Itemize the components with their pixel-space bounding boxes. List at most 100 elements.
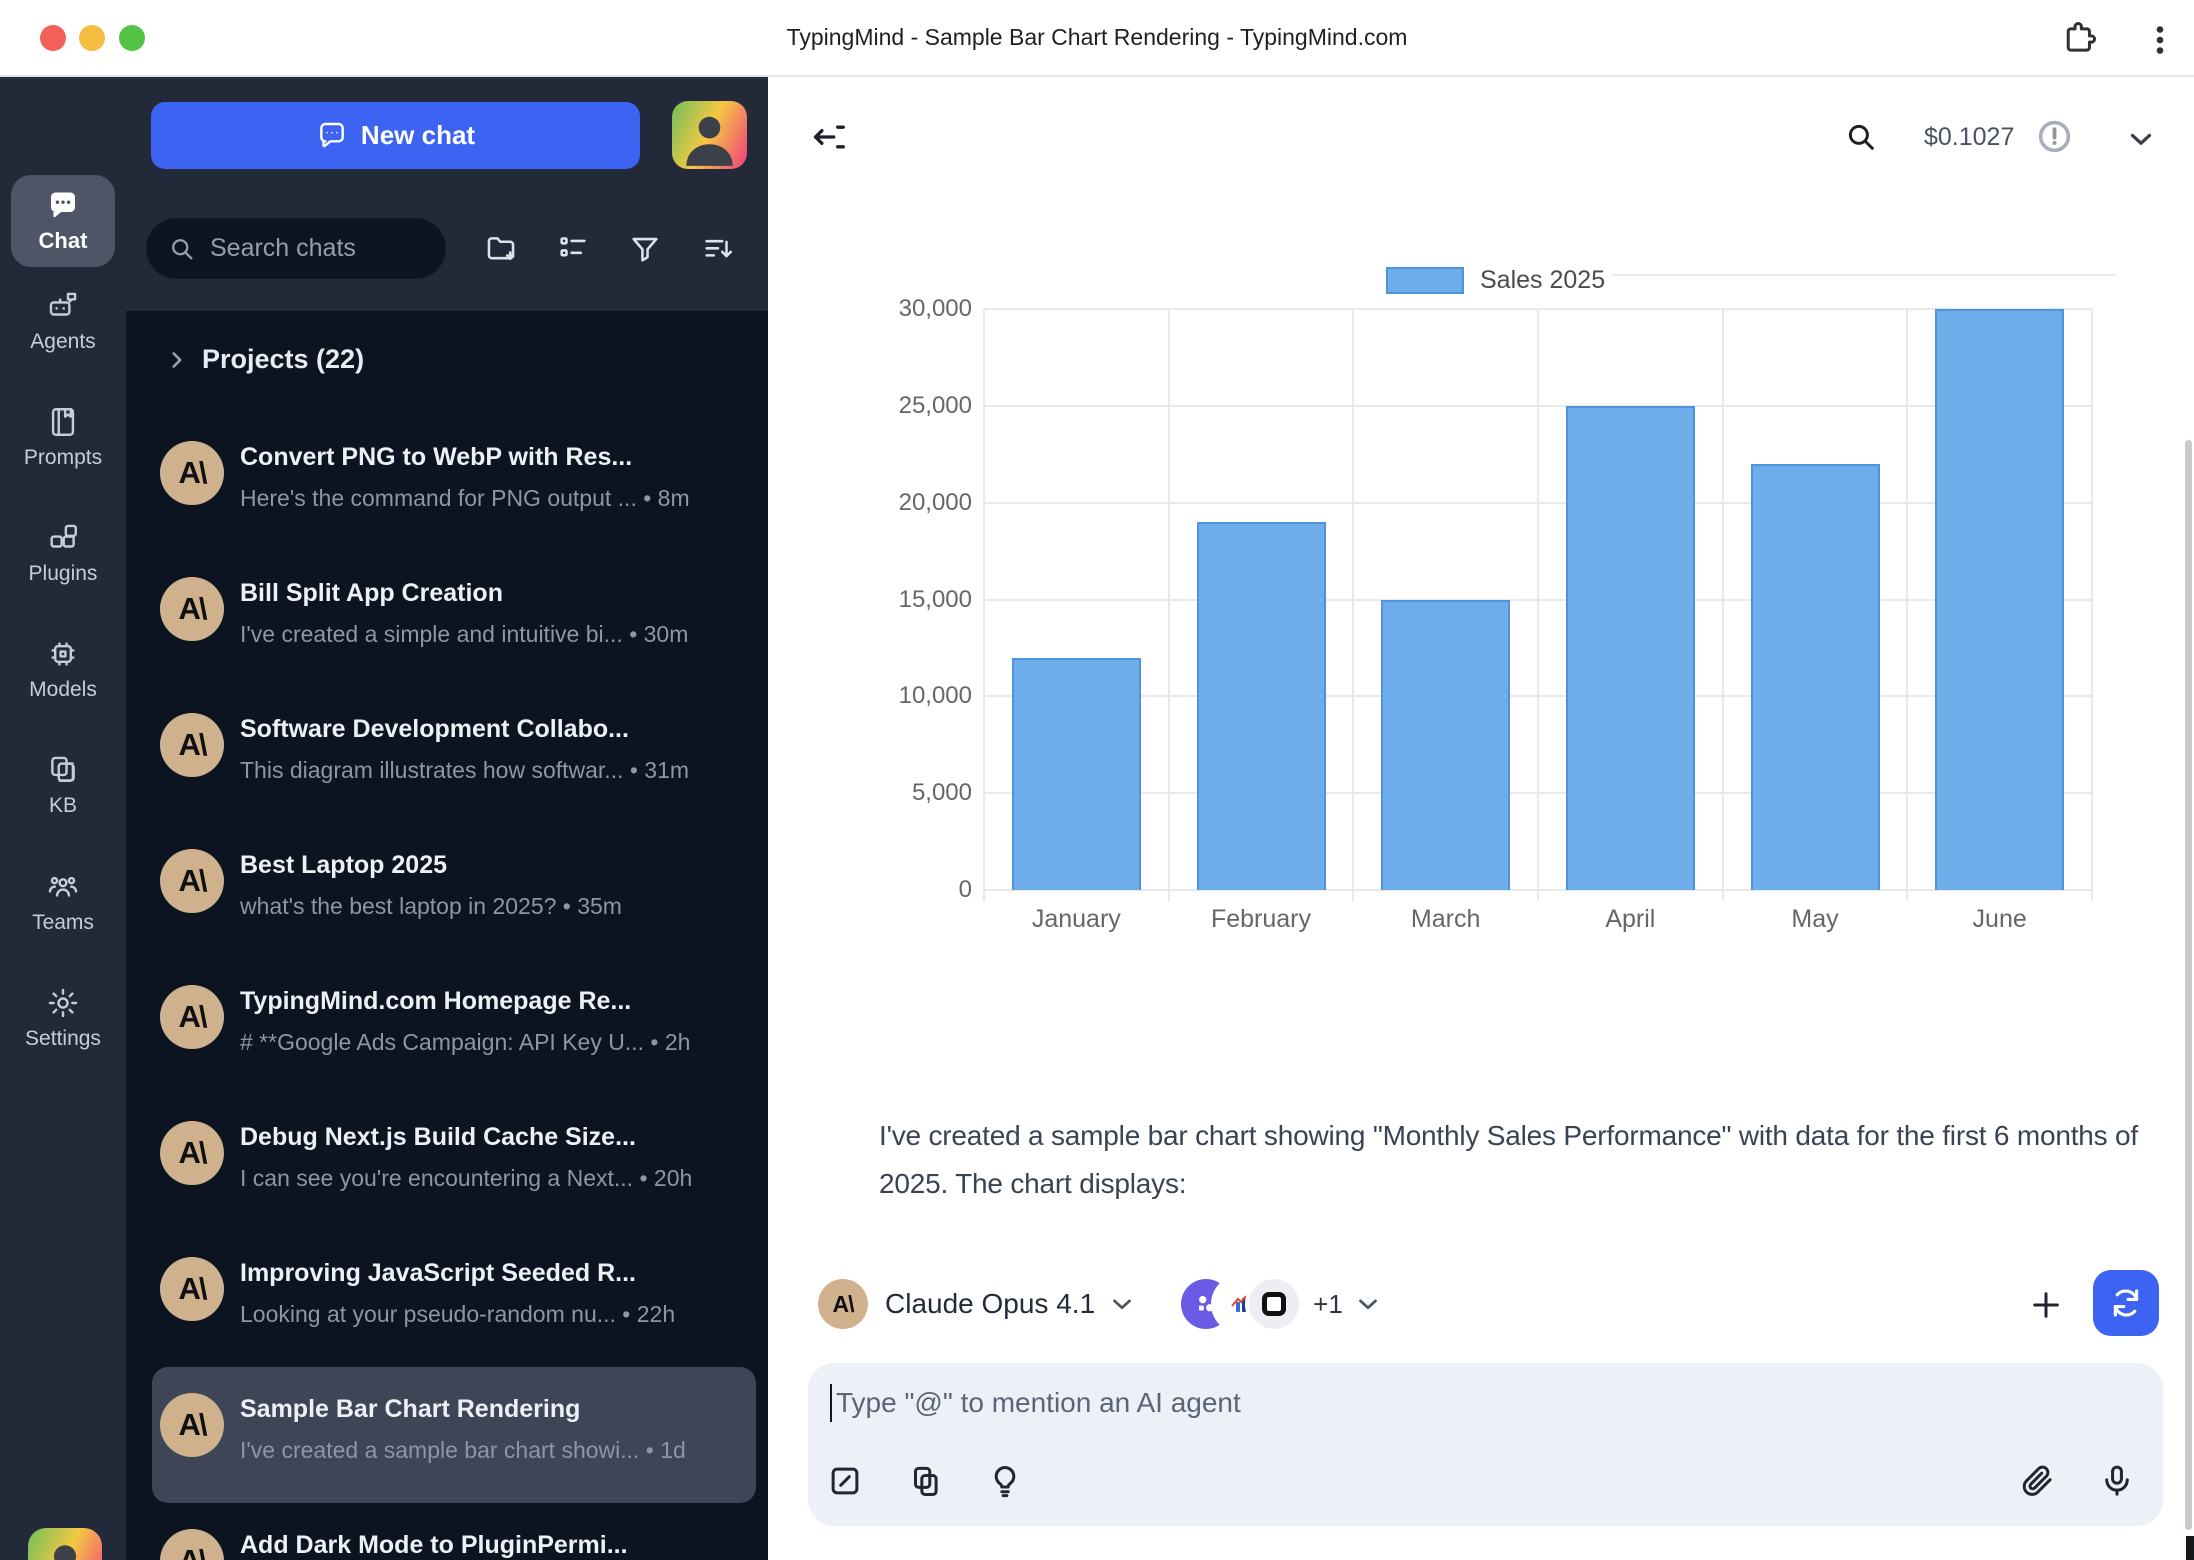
collapse-sidebar-icon[interactable]	[810, 118, 848, 156]
gridline-v	[983, 309, 985, 901]
y-axis-tick: 30,000	[832, 295, 972, 323]
gridline-v	[1722, 309, 1724, 901]
chat-list-item[interactable]: A\Sample Bar Chart RenderingI've created…	[152, 1367, 756, 1503]
scrollbar-thumb[interactable]	[2185, 440, 2192, 1530]
anthropic-logo-avatar: A\	[160, 713, 224, 777]
regenerate-button[interactable]	[2093, 1270, 2159, 1336]
chat-list-item[interactable]: A\Debug Next.js Build Cache Size...I can…	[152, 1095, 756, 1231]
search-chats-input[interactable]: Search chats	[146, 218, 446, 279]
x-axis-label: April	[1538, 905, 1722, 934]
chat-snippet: Looking at your pseudo-random nu... • 22…	[240, 1299, 745, 1329]
x-axis-label: February	[1169, 905, 1353, 934]
new-folder-icon[interactable]	[484, 232, 518, 266]
chat-list-item[interactable]: A\TypingMind.com Homepage Re...# **Googl…	[152, 959, 756, 1095]
nav-rail: Chat Agents Prompts	[0, 77, 126, 1560]
cost-warning-icon[interactable]	[2036, 118, 2073, 155]
browser-menu-kebab-icon[interactable]	[2142, 22, 2178, 58]
anthropic-logo-avatar: A\	[160, 1257, 224, 1321]
gridline-v	[1168, 309, 1170, 901]
x-axis-label: January	[984, 905, 1168, 934]
chat-title: Best Laptop 2025	[240, 849, 745, 881]
more-plugins-count: +1	[1313, 1289, 1343, 1320]
sync-icon	[2109, 1286, 2143, 1320]
plugin-icon-3[interactable]	[1249, 1279, 1299, 1329]
gridline-v	[1352, 309, 1354, 901]
message-input[interactable]: Type "@" to mention an AI agent	[808, 1363, 2163, 1526]
app-window: TypingMind - Sample Bar Chart Rendering …	[0, 0, 2194, 1560]
rail-item-label: Models	[29, 678, 97, 702]
x-axis-label: June	[1908, 905, 2092, 934]
model-chevron-icon[interactable]	[1107, 1289, 1137, 1319]
bar-june	[1935, 309, 2064, 890]
new-chat-label: New chat	[361, 120, 475, 151]
rail-item-label: Settings	[25, 1027, 101, 1051]
gridline-v	[1537, 309, 1539, 901]
y-axis-tick: 5,000	[832, 779, 972, 807]
plugins-chevron-icon[interactable]	[1353, 1289, 1383, 1319]
robot-agents-icon	[46, 289, 80, 323]
text-cursor	[830, 1384, 832, 1422]
divider	[1612, 274, 2116, 276]
bar-january	[1012, 658, 1141, 890]
chat-bubble-icon	[316, 120, 348, 152]
filter-funnel-icon[interactable]	[628, 232, 662, 266]
y-axis-tick: 0	[832, 876, 972, 904]
profile-avatar[interactable]	[672, 101, 747, 169]
copy-pages-kb-icon	[46, 753, 80, 787]
rail-item-settings[interactable]: Settings	[0, 986, 126, 1090]
assistant-message-text: I've created a sample bar chart showing …	[879, 1112, 2179, 1208]
rail-item-label: Agents	[30, 330, 95, 354]
blocks-plugins-icon	[46, 521, 80, 555]
rail-item-prompts[interactable]: Prompts	[0, 405, 126, 509]
rail-item-teams[interactable]: Teams	[0, 870, 126, 974]
chat-list-item[interactable]: A\Improving JavaScript Seeded R...Lookin…	[152, 1231, 756, 1367]
chat-snippet: what's the best laptop in 2025? • 35m	[240, 891, 745, 921]
chat-title: Debug Next.js Build Cache Size...	[240, 1121, 745, 1153]
chat-list-item[interactable]: A\ Software Development Collabo... This di…	[152, 687, 756, 823]
bulk-select-list-icon[interactable]	[556, 232, 590, 266]
rail-item-label: KB	[49, 794, 77, 818]
y-axis-tick: 15,000	[832, 586, 972, 614]
chevron-down-icon[interactable]	[2124, 122, 2158, 156]
lightbulb-icon[interactable]	[986, 1462, 1024, 1500]
scrollbar-corner	[2186, 1536, 2194, 1560]
chat-list-item[interactable]: A\Convert PNG to WebP with Res...Here's …	[152, 415, 756, 551]
chat-title: Software Development Collabo...	[240, 713, 745, 745]
cost-display: $0.1027	[1924, 123, 2014, 152]
rail-item-models[interactable]: Models	[0, 637, 126, 741]
chat-snippet: This diagram illustrates how softwar... …	[240, 755, 745, 785]
chat-snippet: Here's the command for PNG output ... • …	[240, 483, 745, 513]
chat-snippet: # **Google Ads Campaign: API Key U... • …	[240, 1027, 745, 1057]
rail-item-label: Teams	[32, 911, 94, 935]
add-attachment-plus-icon[interactable]	[2028, 1287, 2064, 1323]
new-chat-button[interactable]: New chat	[151, 102, 640, 169]
model-name: Claude Opus 4.1	[885, 1288, 1095, 1320]
bar-march	[1381, 600, 1510, 891]
chip-models-icon	[46, 637, 80, 671]
rail-item-plugins[interactable]: Plugins	[0, 521, 126, 625]
extensions-puzzle-icon[interactable]	[2060, 20, 2098, 58]
chat-list-item[interactable]: A\Add Dark Mode to PluginPermi...	[152, 1503, 756, 1560]
projects-header[interactable]: Projects (22)	[202, 344, 364, 375]
person-silhouette	[28, 1528, 102, 1560]
search-conversation-icon[interactable]	[1844, 120, 1878, 154]
attach-paperclip-icon[interactable]	[2018, 1462, 2056, 1500]
chat-list-item[interactable]: A\Bill Split App CreationI've created a …	[152, 551, 756, 687]
window-title: TypingMind - Sample Bar Chart Rendering …	[0, 24, 2194, 51]
anthropic-logo-avatar: A\	[160, 1121, 224, 1185]
chat-list-item[interactable]: A\ Best Laptop 2025 what's the best laptop…	[152, 823, 756, 959]
copy-pages-icon[interactable]	[906, 1462, 944, 1500]
projects-chevron-icon[interactable]	[164, 347, 190, 373]
chat-title: TypingMind.com Homepage Re...	[240, 985, 745, 1017]
rail-item-chat[interactable]: Chat	[11, 175, 115, 267]
chart-legend[interactable]: Sales 2025	[1386, 266, 1605, 295]
user-avatar[interactable]	[28, 1528, 102, 1560]
microphone-icon[interactable]	[2098, 1462, 2136, 1500]
anthropic-logo-avatar: A\	[160, 849, 224, 913]
chat-title: Add Dark Mode to PluginPermi...	[240, 1529, 745, 1560]
rail-item-agents[interactable]: Agents	[0, 289, 126, 393]
rail-item-kb[interactable]: KB	[0, 753, 126, 857]
edit-canvas-icon[interactable]	[826, 1462, 864, 1500]
gridline-v	[1906, 309, 1908, 901]
sort-icon[interactable]	[701, 232, 735, 266]
